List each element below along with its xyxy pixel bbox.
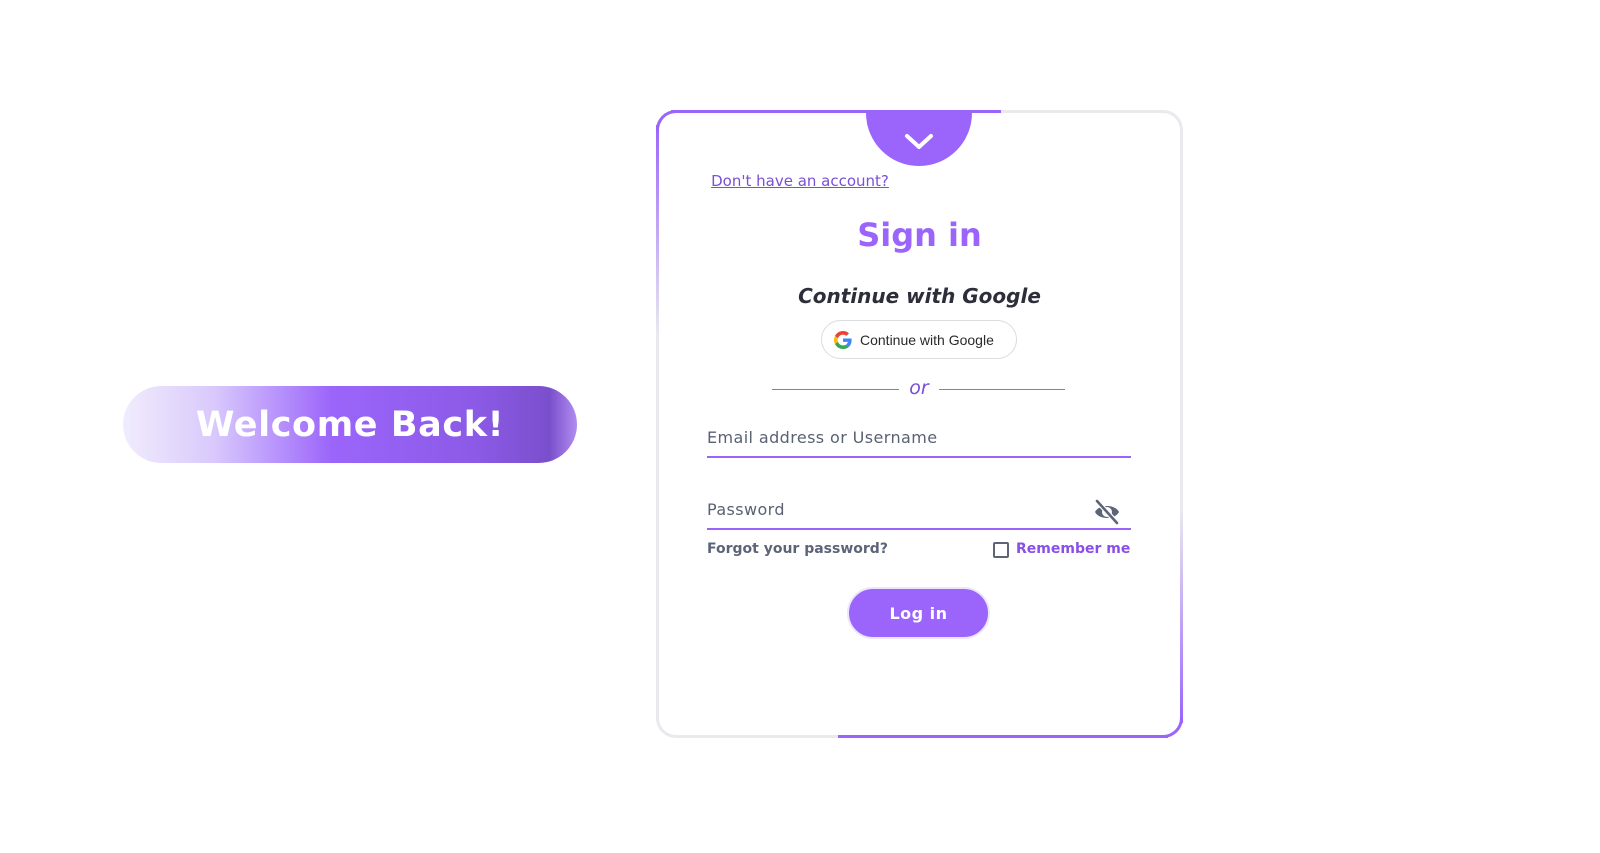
password-field[interactable]	[707, 490, 1131, 530]
remember-me-checkbox[interactable]	[993, 542, 1009, 558]
card-accent-bottom	[838, 735, 1168, 738]
google-sign-in-button[interactable]: Continue with Google	[821, 320, 1017, 359]
card-accent-corner-top-left	[656, 110, 678, 132]
chevron-down-icon	[905, 134, 933, 149]
remember-me-label[interactable]: Remember me	[1016, 541, 1130, 557]
welcome-text: Welcome Back!	[195, 404, 505, 445]
page-title: Sign in	[857, 216, 982, 254]
email-field[interactable]	[707, 418, 1131, 458]
divider-line-right	[939, 389, 1065, 390]
divider-text: or	[909, 377, 929, 399]
card-accent-corner-bottom-right	[1161, 716, 1183, 738]
google-logo-icon	[834, 330, 852, 349]
signup-link[interactable]: Don't have an account?	[711, 172, 889, 190]
google-button-label: Continue with Google	[860, 331, 994, 348]
welcome-banner: Welcome Back!	[123, 386, 577, 463]
google-heading: Continue with Google	[798, 284, 1041, 308]
forgot-password-link[interactable]: Forgot your password?	[707, 541, 888, 557]
card-accent-right	[1180, 510, 1183, 723]
divider-line-left	[772, 389, 899, 390]
login-button[interactable]: Log in	[847, 587, 990, 639]
eye-off-icon[interactable]	[1093, 499, 1121, 525]
